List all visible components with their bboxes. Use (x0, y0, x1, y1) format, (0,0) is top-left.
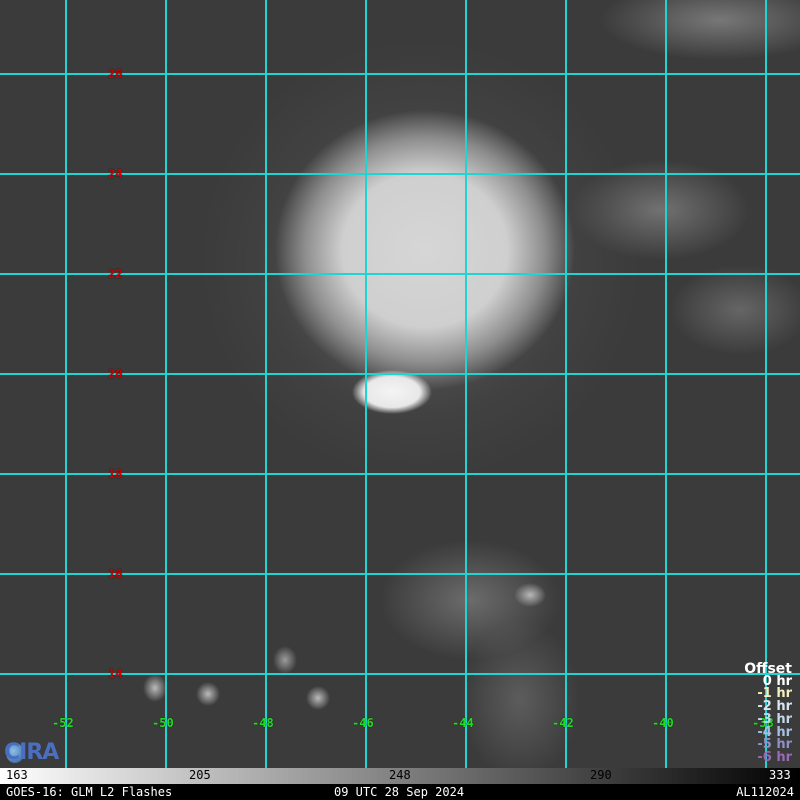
satellite-viewer: 26 24 22 20 18 16 14 -52 -50 -48 -46 -44… (0, 0, 800, 800)
longitude-label: -46 (352, 716, 374, 730)
logo-text: CIRA (4, 740, 59, 765)
offset-legend: Offset 0 hr -1 hr -2 hr -3 hr -4 hr -5 h… (744, 662, 792, 765)
storm-id: AL112024 (736, 785, 794, 799)
longitude-line (565, 0, 567, 768)
colorbar-tick: 205 (189, 768, 211, 782)
product-label: GOES-16: GLM L2 Flashes (6, 785, 173, 799)
timestamp: 09 UTC 28 Sep 2024 (334, 785, 465, 799)
colorbar-tick: 163 (6, 768, 28, 782)
latitude-label: 26 (108, 67, 123, 81)
longitude-line (165, 0, 167, 768)
footer-bar: GOES-16: GLM L2 Flashes 09 UTC 28 Sep 20… (0, 784, 800, 800)
longitude-label: -42 (552, 716, 574, 730)
longitude-label: -44 (452, 716, 474, 730)
latitude-label: 22 (108, 267, 123, 281)
longitude-label: -52 (52, 716, 74, 730)
cira-logo: CIRA (4, 740, 74, 766)
longitude-label: -40 (652, 716, 674, 730)
longitude-line (465, 0, 467, 768)
longitude-line (665, 0, 667, 768)
longitude-line (365, 0, 367, 768)
satellite-image (0, 0, 800, 768)
legend-item: -6 hr (757, 749, 792, 765)
latitude-label: 24 (108, 167, 123, 181)
colorbar-tick: 333 (769, 768, 791, 782)
latitude-label: 14 (108, 667, 123, 681)
longitude-line (265, 0, 267, 768)
longitude-line (65, 0, 67, 768)
latitude-label: 20 (108, 367, 123, 381)
longitude-line (765, 0, 767, 768)
colorbar-tick: 248 (389, 768, 411, 782)
colorbar-tick: 290 (590, 768, 612, 782)
longitude-label: -50 (152, 716, 174, 730)
latitude-label: 16 (108, 567, 123, 581)
latitude-label: 18 (108, 467, 123, 481)
longitude-label: -48 (252, 716, 274, 730)
